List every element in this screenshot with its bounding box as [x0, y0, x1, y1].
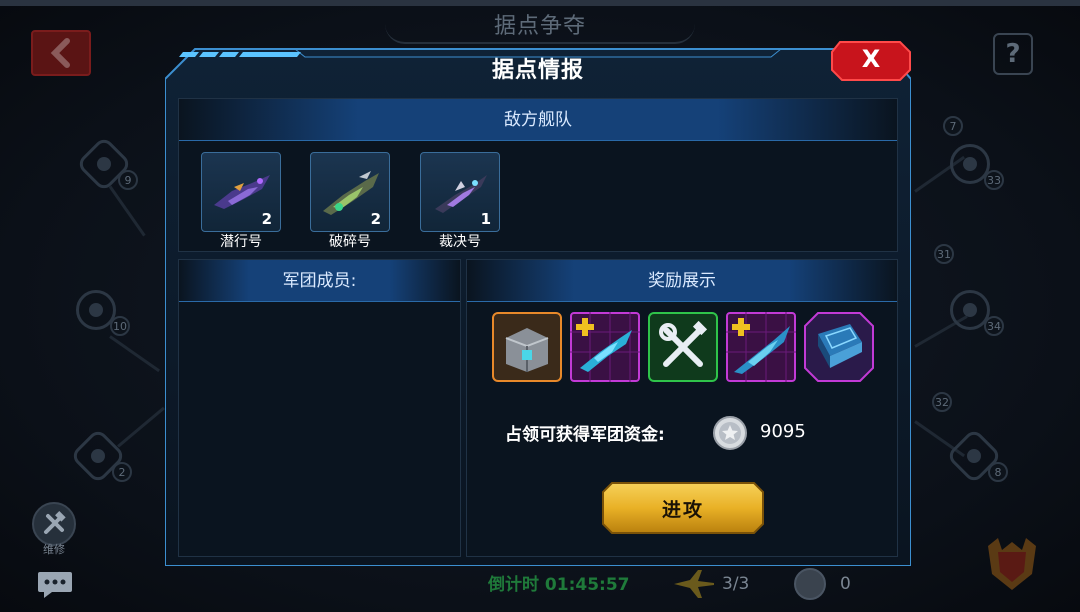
ship-name: 潜行号 [220, 234, 262, 250]
attack-button[interactable]: 进攻 [602, 482, 764, 534]
attack-attempts: 3/3 [722, 574, 750, 594]
ship-count: 2 [261, 210, 272, 228]
close-icon: X [861, 45, 881, 73]
ship-card[interactable]: 1 [420, 152, 500, 232]
blueprint-book-icon [804, 312, 874, 382]
ship-fragment-icon [726, 312, 796, 382]
node-number: 34 [984, 316, 1004, 336]
reward-item[interactable] [570, 312, 640, 382]
enemy-fleet-header: 敌方舰队 [179, 99, 897, 141]
repair-label: 维修 [43, 543, 65, 556]
help-button[interactable]: ? [993, 33, 1033, 75]
ship-name: 裁决号 [439, 234, 481, 250]
close-button[interactable]: X [830, 40, 912, 82]
ship-card[interactable]: 2 [310, 152, 390, 232]
screen-title: 据点争夺 [493, 14, 586, 39]
supply-crate-icon [492, 312, 562, 382]
chat-icon[interactable] [36, 570, 74, 600]
map-node[interactable]: 8 [945, 427, 1008, 485]
node-number: 31 [934, 244, 954, 264]
enemy-fleet-panel: 敌方舰队 [178, 98, 898, 252]
reward-item[interactable] [648, 312, 718, 382]
node-number: 10 [110, 316, 130, 336]
reward-header: 奖励展示 [467, 260, 897, 302]
reward-item[interactable] [804, 312, 874, 382]
ship-count: 1 [480, 210, 491, 228]
question-icon: ? [1005, 39, 1021, 69]
node-number: 8 [988, 462, 1008, 482]
repair-button[interactable] [32, 502, 76, 546]
map-node[interactable]: 10 [72, 286, 130, 336]
map-node[interactable]: 33 [946, 140, 1004, 190]
chevron-left-icon [50, 38, 70, 68]
ship-fragment-icon [570, 312, 640, 382]
node-number: 33 [984, 170, 1004, 190]
wrench-hammer-icon [44, 511, 66, 534]
silver-coin-icon [713, 416, 747, 450]
map-node[interactable]: 7 [905, 86, 963, 136]
fighter-icon [674, 570, 714, 598]
dialog-title: 据点情报 [491, 58, 584, 83]
countdown-timer: 倒计时 01:45:57 [488, 575, 630, 595]
legion-members-header: 军团成员: [179, 260, 460, 302]
legion-fund-label: 占领可获得军团资金: [505, 425, 665, 445]
map-node[interactable]: 9 [75, 135, 138, 193]
ship-count: 2 [370, 210, 381, 228]
rank-shield-icon[interactable] [982, 536, 1042, 592]
reward-item[interactable] [726, 312, 796, 382]
node-number: 9 [118, 170, 138, 190]
reward-item[interactable] [492, 312, 562, 382]
coin-count: 0 [840, 574, 851, 594]
map-node[interactable]: 34 [946, 286, 1004, 336]
node-number: 7 [943, 116, 963, 136]
back-button[interactable] [31, 30, 91, 76]
repair-tools-icon [648, 312, 718, 382]
legion-members-panel: 军团成员: [178, 259, 461, 557]
node-number: 32 [932, 392, 952, 412]
legion-fund-value: 9095 [760, 421, 806, 442]
coin-icon [794, 568, 826, 600]
map-node[interactable]: 2 [69, 427, 132, 485]
ship-card[interactable]: 2 [201, 152, 281, 232]
ship-name: 破碎号 [329, 234, 371, 250]
node-number: 2 [112, 462, 132, 482]
attack-label: 进攻 [661, 499, 704, 521]
